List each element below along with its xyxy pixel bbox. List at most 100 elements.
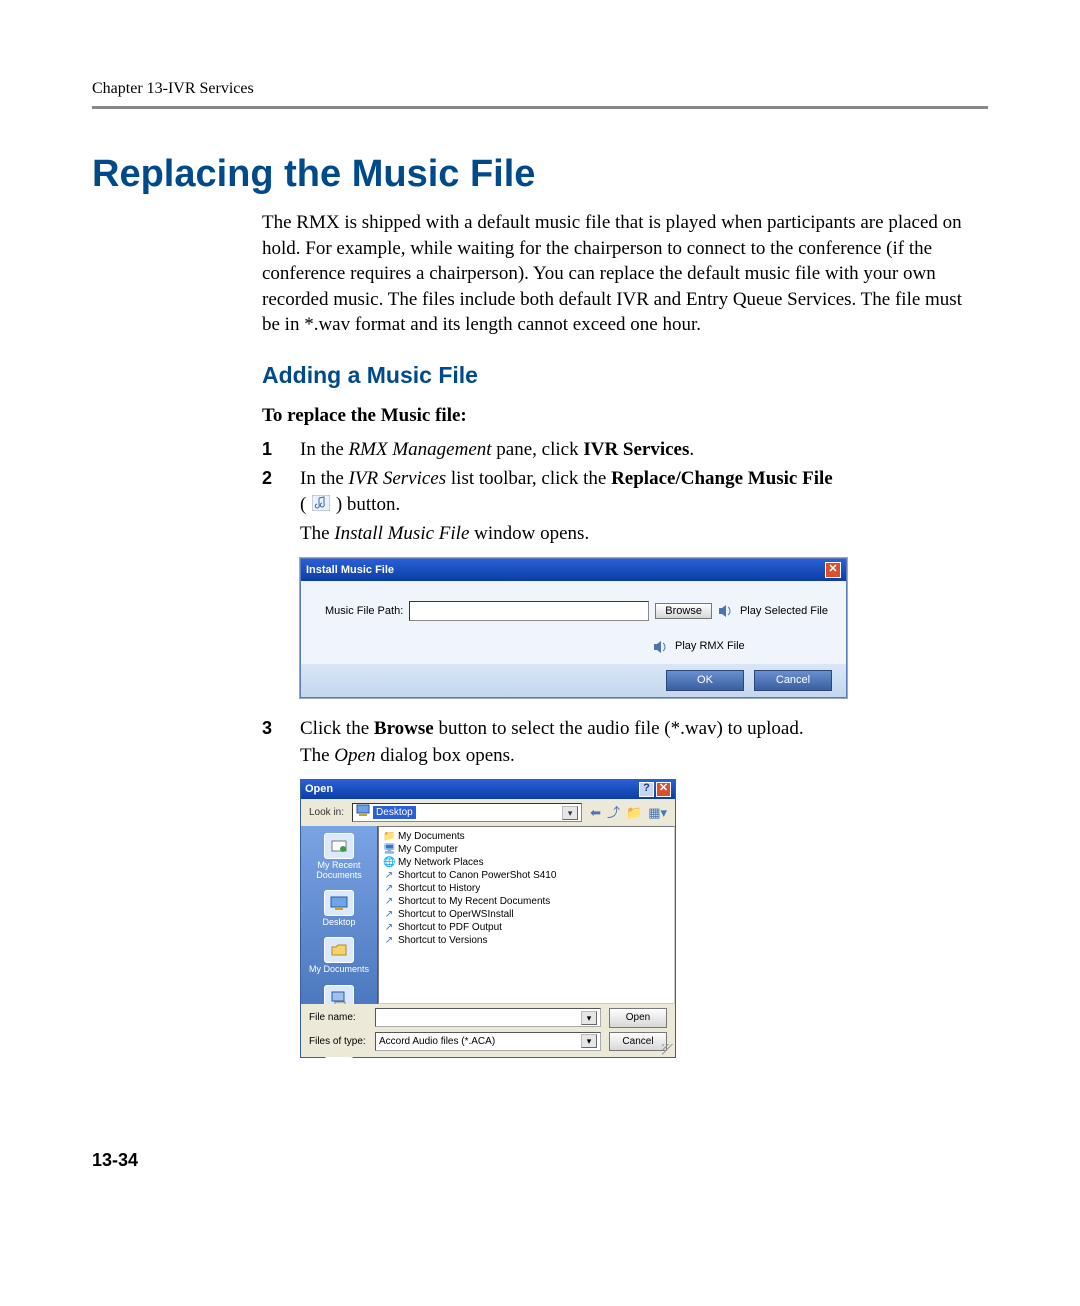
- back-icon[interactable]: ⬅: [590, 804, 601, 822]
- lookin-label: Look in:: [309, 806, 344, 820]
- step-text: window opens.: [469, 523, 589, 544]
- place-documents[interactable]: My Documents: [303, 937, 375, 974]
- close-icon[interactable]: ✕: [825, 562, 841, 578]
- install-music-file-window: Install Music File ✕ Music File Path: Br…: [300, 558, 847, 698]
- music-path-input[interactable]: [409, 601, 649, 621]
- open-button[interactable]: Open: [609, 1008, 667, 1028]
- files-of-type-dropdown[interactable]: Accord Audio files (*.ACA) ▾: [375, 1032, 601, 1051]
- step-text-bold: IVR Services: [583, 439, 689, 460]
- place-label: My Recent Documents: [303, 861, 375, 880]
- open-dialog-window: Open ? ✕ Look in: Desktop: [300, 779, 676, 1058]
- header-rule: [92, 106, 988, 109]
- browse-button[interactable]: Browse: [655, 603, 712, 619]
- window-titlebar: Install Music File ✕: [301, 559, 846, 581]
- step-text-bold: Browse: [374, 718, 434, 739]
- play-selected-link[interactable]: Play Selected File: [740, 604, 828, 619]
- list-item[interactable]: ↗Shortcut to Canon PowerShot S410: [383, 869, 670, 882]
- step-text-em: IVR Services: [349, 468, 447, 489]
- views-icon[interactable]: ▦▾: [648, 804, 667, 822]
- desktop-icon: [356, 804, 370, 821]
- step-text: ) button.: [331, 494, 400, 515]
- step-text: list toolbar, click the: [446, 468, 611, 489]
- speaker-icon[interactable]: [653, 640, 669, 654]
- list-item[interactable]: ↗Shortcut to OperWSInstall: [383, 908, 670, 921]
- file-name: Shortcut to My Recent Documents: [398, 895, 550, 908]
- step-text-em: RMX Management: [349, 439, 492, 460]
- computer-icon: 🖥: [383, 843, 395, 856]
- step-text-bold: Replace/Change Music File: [611, 468, 833, 489]
- chevron-down-icon[interactable]: ▾: [581, 1034, 597, 1048]
- help-icon[interactable]: ?: [639, 782, 654, 797]
- cancel-button[interactable]: Cancel: [609, 1032, 667, 1052]
- step-number: 3: [262, 716, 300, 1078]
- file-name: My Network Places: [398, 856, 484, 869]
- play-rmx-link[interactable]: Play RMX File: [675, 639, 745, 654]
- files-of-type-value: Accord Audio files (*.ACA): [379, 1035, 495, 1049]
- intro-paragraph: The RMX is shipped with a default music …: [262, 210, 978, 338]
- file-name-label: File name:: [309, 1011, 367, 1025]
- chapter-header: Chapter 13-IVR Services: [92, 78, 988, 100]
- step-text: dialog box opens.: [375, 745, 514, 766]
- network-icon: 🌐: [383, 856, 395, 869]
- step-text: In the: [300, 439, 349, 460]
- list-item[interactable]: ↗Shortcut to My Recent Documents: [383, 895, 670, 908]
- ok-button[interactable]: OK: [666, 670, 744, 691]
- step-text: The: [300, 745, 334, 766]
- list-item[interactable]: 🌐My Network Places: [383, 856, 670, 869]
- step-text: In the: [300, 468, 349, 489]
- page-number: 13-34: [92, 1148, 988, 1172]
- file-name: Shortcut to Canon PowerShot S410: [398, 869, 556, 882]
- lookin-selected: Desktop: [373, 806, 416, 820]
- file-name: Shortcut to Versions: [398, 934, 488, 947]
- shortcut-icon: ↗: [383, 921, 395, 934]
- list-item[interactable]: 📁My Documents: [383, 830, 670, 843]
- step-text-em: Open: [334, 745, 375, 766]
- window-title: Open: [305, 782, 333, 797]
- content-block: The RMX is shipped with a default music …: [262, 210, 978, 1078]
- page: Chapter 13-IVR Services Replacing the Mu…: [0, 0, 1080, 1232]
- up-icon[interactable]: ⤴: [607, 804, 620, 822]
- file-list[interactable]: 📁My Documents 🖥My Computer 🌐My Network P…: [378, 826, 675, 1004]
- list-item[interactable]: ↗Shortcut to Versions: [383, 934, 670, 947]
- step-number: 2: [262, 466, 300, 711]
- place-desktop[interactable]: Desktop: [303, 890, 375, 927]
- file-name: Shortcut to PDF Output: [398, 921, 502, 934]
- file-name: Shortcut to History: [398, 882, 480, 895]
- step-text: The: [300, 523, 334, 544]
- folder-icon: 📁: [383, 830, 395, 843]
- step-2: 2 In the IVR Services list toolbar, clic…: [262, 466, 978, 711]
- shortcut-icon: ↗: [383, 934, 395, 947]
- subheading: Adding a Music File: [262, 360, 978, 391]
- shortcut-icon: ↗: [383, 908, 395, 921]
- file-name: My Computer: [398, 843, 458, 856]
- list-item[interactable]: ↗Shortcut to History: [383, 882, 670, 895]
- window-titlebar: Open ? ✕: [301, 780, 675, 799]
- shortcut-icon: ↗: [383, 882, 395, 895]
- list-item[interactable]: ↗Shortcut to PDF Output: [383, 921, 670, 934]
- step-number: 1: [262, 437, 300, 463]
- chevron-down-icon[interactable]: ▾: [581, 1011, 597, 1025]
- files-of-type-label: Files of type:: [309, 1035, 367, 1049]
- places-bar: My Recent Documents Desktop My Documents…: [301, 826, 378, 1004]
- place-recent[interactable]: My Recent Documents: [303, 833, 375, 880]
- list-item[interactable]: 🖥My Computer: [383, 843, 670, 856]
- cancel-button[interactable]: Cancel: [754, 670, 832, 691]
- step-text: pane, click: [492, 439, 584, 460]
- chevron-down-icon[interactable]: ▾: [562, 806, 578, 820]
- lookin-dropdown[interactable]: Desktop ▾: [352, 803, 582, 822]
- shortcut-icon: ↗: [383, 869, 395, 882]
- step-text-em: Install Music File: [334, 523, 469, 544]
- step-3: 3 Click the Browse button to select the …: [262, 716, 978, 1078]
- procedure-lead: To replace the Music file:: [262, 403, 978, 429]
- file-name: Shortcut to OperWSInstall: [398, 908, 514, 921]
- file-name-input[interactable]: ▾: [375, 1008, 601, 1027]
- speaker-icon[interactable]: [718, 604, 734, 618]
- resize-grip-icon[interactable]: [662, 1044, 674, 1056]
- close-icon[interactable]: ✕: [656, 782, 671, 797]
- step-text: Click the: [300, 718, 374, 739]
- place-label: My Network Places: [303, 1060, 375, 1079]
- music-path-label: Music File Path:: [325, 604, 403, 619]
- file-name: My Documents: [398, 830, 465, 843]
- new-folder-icon[interactable]: 📁: [626, 804, 642, 822]
- step-text: .: [689, 439, 694, 460]
